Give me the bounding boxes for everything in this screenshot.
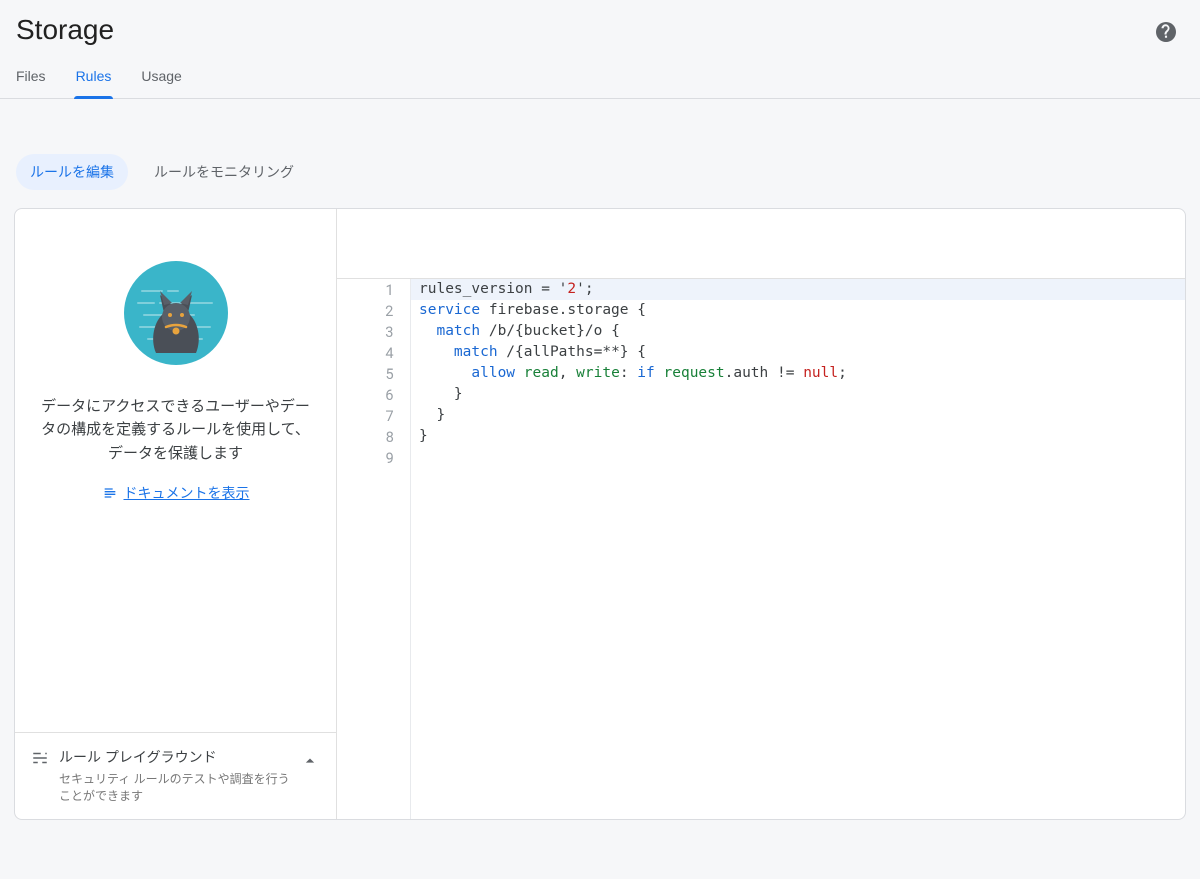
- subtab-edit-rules[interactable]: ルールを編集: [16, 154, 128, 190]
- line-gutter: 123456789: [337, 279, 411, 819]
- code-editor: 123456789 rules_version = '2'; service f…: [337, 209, 1185, 819]
- playground-title: ルール プレイグラウンド: [59, 747, 290, 767]
- rules-playground-toggle[interactable]: ルール プレイグラウンド セキュリティ ルールのテストや調査を行うことができます: [15, 732, 336, 819]
- sidebar: データにアクセスできるユーザーやデータの構成を定義するルールを使用して、データを…: [15, 209, 337, 819]
- tune-icon: [31, 749, 49, 767]
- help-icon[interactable]: [1154, 20, 1178, 44]
- tab-rules[interactable]: Rules: [76, 68, 112, 98]
- page-title: Storage: [16, 14, 1184, 46]
- tab-files[interactable]: Files: [16, 68, 46, 98]
- tab-usage[interactable]: Usage: [141, 68, 181, 98]
- playground-text: ルール プレイグラウンド セキュリティ ルールのテストや調査を行うことができます: [59, 747, 290, 805]
- doc-link[interactable]: ドキュメントを表示: [102, 483, 250, 503]
- chevron-up-icon: [300, 751, 320, 771]
- code-content[interactable]: rules_version = '2'; service firebase.st…: [411, 279, 1185, 819]
- sidebar-description: データにアクセスできるユーザーやデータの構成を定義するルールを使用して、データを…: [37, 395, 314, 465]
- page-header: Storage: [0, 0, 1200, 46]
- editor-toolbar: [337, 209, 1185, 279]
- doc-icon: [102, 485, 118, 501]
- mascot-illustration: [124, 261, 228, 365]
- doc-link-label: ドキュメントを表示: [124, 483, 250, 503]
- subtabs: ルールを編集 ルールをモニタリング: [0, 99, 1200, 208]
- main-panel: データにアクセスできるユーザーやデータの構成を定義するルールを使用して、データを…: [14, 208, 1186, 820]
- subtab-monitor-rules[interactable]: ルールをモニタリング: [140, 154, 308, 190]
- sidebar-info: データにアクセスできるユーザーやデータの構成を定義するルールを使用して、データを…: [15, 209, 336, 732]
- code-area[interactable]: 123456789 rules_version = '2'; service f…: [337, 279, 1185, 819]
- tabs: Files Rules Usage: [0, 46, 1200, 99]
- playground-subtitle: セキュリティ ルールのテストや調査を行うことができます: [59, 771, 290, 805]
